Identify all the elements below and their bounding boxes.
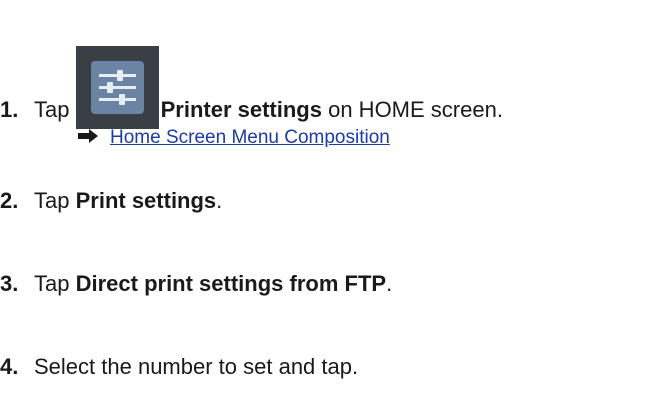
step-3-text-after: . xyxy=(386,271,393,296)
sliders-icon xyxy=(90,61,144,114)
step-2-bold: Print settings xyxy=(75,188,217,213)
step-2: 2. Tap Print settings. xyxy=(0,187,222,215)
step-3: 3. Tap Direct print settings from FTP. xyxy=(0,270,392,298)
step-1-text-after: on HOME screen. xyxy=(321,97,503,122)
step-number: 3. xyxy=(0,271,19,296)
printer-settings-icon xyxy=(75,46,159,129)
step-number: 2. xyxy=(0,188,19,213)
home-screen-menu-link-row: Home Screen Menu Composition xyxy=(78,126,390,150)
step-number: 1. xyxy=(0,97,19,122)
step-2-text-before: Tap xyxy=(34,188,76,213)
step-3-text-before: Tap xyxy=(34,271,76,296)
step-4-text: Select the number to set and tap. xyxy=(34,354,359,379)
step-number: 4. xyxy=(0,354,19,379)
right-arrow-icon xyxy=(78,129,98,143)
step-1: 1. Tap Printer settings on HOME screen. xyxy=(0,46,503,129)
home-screen-menu-composition-link[interactable]: Home Screen Menu Composition xyxy=(110,127,390,148)
step-2-text-after: . xyxy=(216,188,223,213)
step-4: 4. Select the number to set and tap. xyxy=(0,353,358,381)
step-3-bold: Direct print settings from FTP xyxy=(75,271,387,296)
step-1-text-before: Tap xyxy=(34,97,70,122)
step-1-bold: Printer settings xyxy=(160,97,322,122)
